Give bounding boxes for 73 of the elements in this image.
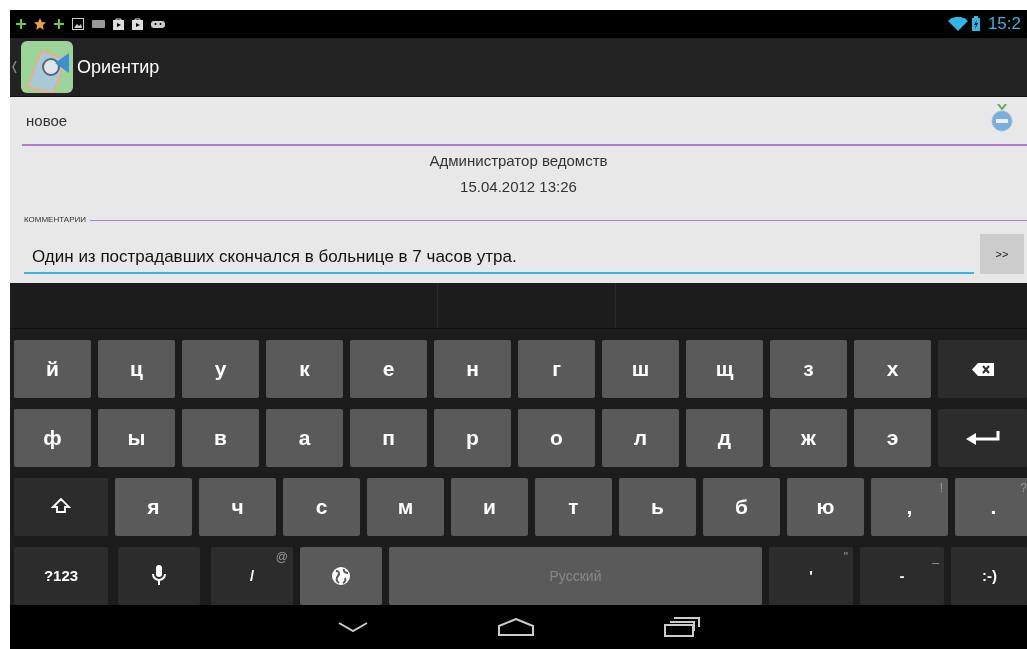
globe-icon — [331, 566, 351, 586]
key[interactable]: ф — [14, 409, 91, 467]
key[interactable]: м — [367, 478, 444, 536]
key[interactable]: р — [434, 409, 511, 467]
comment-input[interactable]: Один из пострадавших скончался в больнице в 7 часов утра. — [24, 241, 974, 275]
key[interactable]: п — [350, 409, 427, 467]
key[interactable]: л — [602, 409, 679, 467]
backspace-key[interactable] — [938, 340, 1027, 398]
key[interactable]: ' " — [769, 547, 853, 605]
key[interactable]: ч — [199, 478, 276, 536]
star-icon — [34, 17, 46, 30]
shopping-bag-icon — [132, 17, 143, 30]
key[interactable]: д — [686, 409, 763, 467]
author-text: Администратор ведомств — [429, 152, 608, 170]
key[interactable]: ж — [770, 409, 847, 467]
key[interactable]: . ? — [955, 478, 1027, 536]
app-title[interactable]: Ориентир — [77, 53, 160, 81]
key[interactable]: з — [770, 340, 847, 398]
hide-keyboard-chevron-icon[interactable] — [337, 622, 368, 632]
clock-text: 15:2 — [987, 13, 1021, 36]
image-icon — [72, 17, 84, 30]
key[interactable]: х — [854, 340, 931, 398]
key[interactable]: н — [434, 340, 511, 398]
key[interactable]: ю — [787, 478, 864, 536]
plus-icon — [16, 18, 26, 29]
key[interactable]: э — [854, 409, 931, 467]
key[interactable]: т — [535, 478, 612, 536]
recent-apps-icon[interactable] — [663, 617, 700, 637]
key[interactable]: щ — [686, 340, 763, 398]
map-app-icon[interactable] — [21, 41, 73, 94]
mic-key[interactable] — [118, 547, 200, 605]
key[interactable]: в — [182, 409, 259, 467]
key[interactable]: и — [451, 478, 528, 536]
key[interactable]: - _ — [860, 547, 944, 605]
key[interactable]: е — [350, 340, 427, 398]
key[interactable]: г — [518, 340, 595, 398]
key[interactable]: с — [283, 478, 360, 536]
key[interactable]: к — [266, 340, 343, 398]
key-hint: @ — [275, 549, 288, 566]
status-field[interactable]: новое — [22, 97, 1027, 147]
check-icon — [997, 103, 1007, 110]
home-icon[interactable] — [497, 618, 534, 636]
key[interactable]: :-) — [951, 547, 1027, 605]
key-hint: " — [843, 549, 848, 566]
key[interactable]: ц — [98, 340, 175, 398]
microphone-icon — [152, 565, 166, 587]
shopping-bag-icon — [113, 17, 124, 30]
backspace-icon — [972, 362, 994, 376]
key-hint: ! — [939, 480, 943, 497]
key[interactable]: ы — [98, 409, 175, 467]
key[interactable]: а — [266, 409, 343, 467]
key[interactable]: , ! — [871, 478, 948, 536]
key[interactable]: я — [115, 478, 192, 536]
enter-icon — [966, 431, 1000, 445]
key[interactable]: б — [703, 478, 780, 536]
key[interactable]: й — [14, 340, 91, 398]
key[interactable]: о — [518, 409, 595, 467]
battery-icon — [971, 16, 980, 32]
key-hint: _ — [932, 549, 939, 566]
enter-key[interactable] — [938, 409, 1027, 467]
language-key[interactable] — [300, 547, 382, 605]
send-button[interactable]: >> — [980, 234, 1024, 275]
key[interactable]: ь — [619, 478, 696, 536]
back-chevron-icon[interactable] — [12, 61, 17, 74]
plus-icon — [54, 18, 64, 29]
key[interactable]: ш — [602, 340, 679, 398]
date-text: 15.04.2012 13:26 — [460, 178, 577, 196]
wifi-icon — [947, 16, 968, 31]
key[interactable]: ?123 — [14, 547, 108, 605]
key[interactable]: / @ — [211, 547, 293, 605]
key-hint: ? — [1020, 480, 1027, 497]
section-label: КОММЕНТАРИИ — [24, 214, 87, 227]
key[interactable]: у — [182, 340, 259, 398]
